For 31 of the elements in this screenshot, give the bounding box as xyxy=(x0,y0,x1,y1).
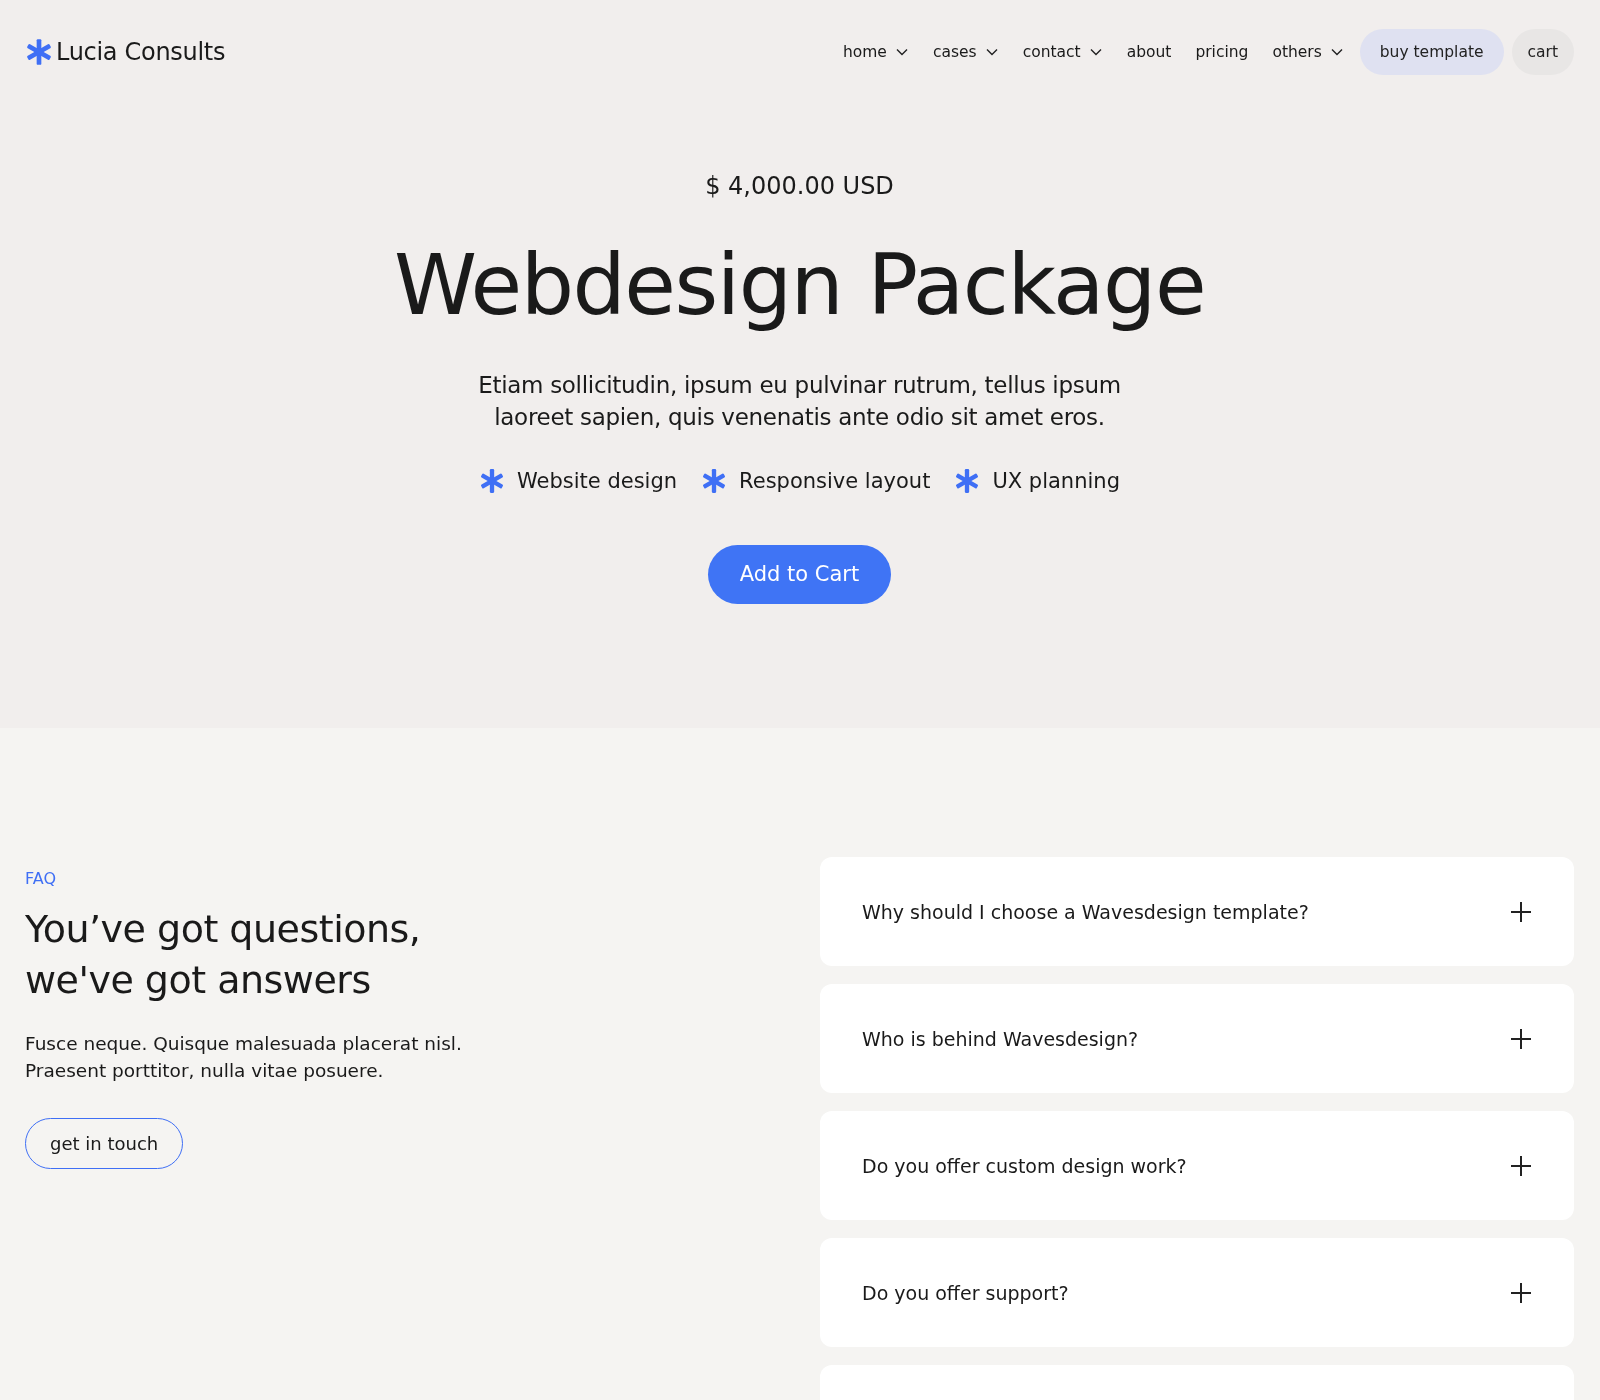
section-label: FAQ xyxy=(25,869,57,888)
price: $ 4,000.00 USD xyxy=(705,172,894,200)
faq-question: Do you offer custom design work? xyxy=(862,1154,1187,1177)
section-heading: You’ve got questions, we've got answers xyxy=(25,906,422,1004)
add-to-cart-button[interactable]: Add to Cart xyxy=(707,544,892,604)
asterisk-icon xyxy=(701,467,728,494)
brand-name[interactable]: Lucia Consults xyxy=(56,38,226,66)
product-title: Webdesign Package xyxy=(393,235,1206,336)
feature-label: UX planning xyxy=(992,468,1120,493)
faq-item[interactable]: Do you offer support? xyxy=(820,1238,1574,1347)
nav-link[interactable]: home xyxy=(834,43,917,61)
faq-item[interactable]: Why should I choose a Wavesdesign template? xyxy=(820,857,1574,966)
nav-link[interactable]: contact xyxy=(1014,43,1111,61)
nav-link[interactable]: about xyxy=(1118,43,1180,61)
product-description: Etiam sollicitudin, ipsum eu pulvinar rutrum, tellus ipsum laoreet sapien, quis venenatis ante odio sit amet eros. xyxy=(477,370,1122,432)
faq-question: Why should I choose a Wavesdesign template? xyxy=(862,900,1309,923)
faq-question: Who is behind Wavesdesign? xyxy=(862,1027,1139,1050)
faq-question: Do you offer support? xyxy=(862,1281,1069,1304)
section-text: Fusce neque. Quisque malesuada placerat nisl. Praesent porttitor, nulla vitae posuere. xyxy=(25,1032,463,1083)
nav-link[interactable]: others xyxy=(1264,43,1352,61)
buy-button[interactable]: buy template xyxy=(1359,29,1504,75)
asterisk-icon xyxy=(954,467,981,494)
asterisk-icon xyxy=(25,38,53,66)
nav-link[interactable]: cases xyxy=(924,43,1007,61)
cart-button[interactable]: cart xyxy=(1511,29,1574,75)
asterisk-icon xyxy=(479,467,505,494)
feature-label: Responsive layout xyxy=(739,468,931,493)
nav-link[interactable]: pricing xyxy=(1187,43,1257,61)
faq-item[interactable]: Do you offer custom design work? xyxy=(820,1111,1574,1220)
feature-label: Website design xyxy=(517,468,678,493)
faq-item[interactable]: Who is behind Wavesdesign? xyxy=(820,984,1574,1093)
